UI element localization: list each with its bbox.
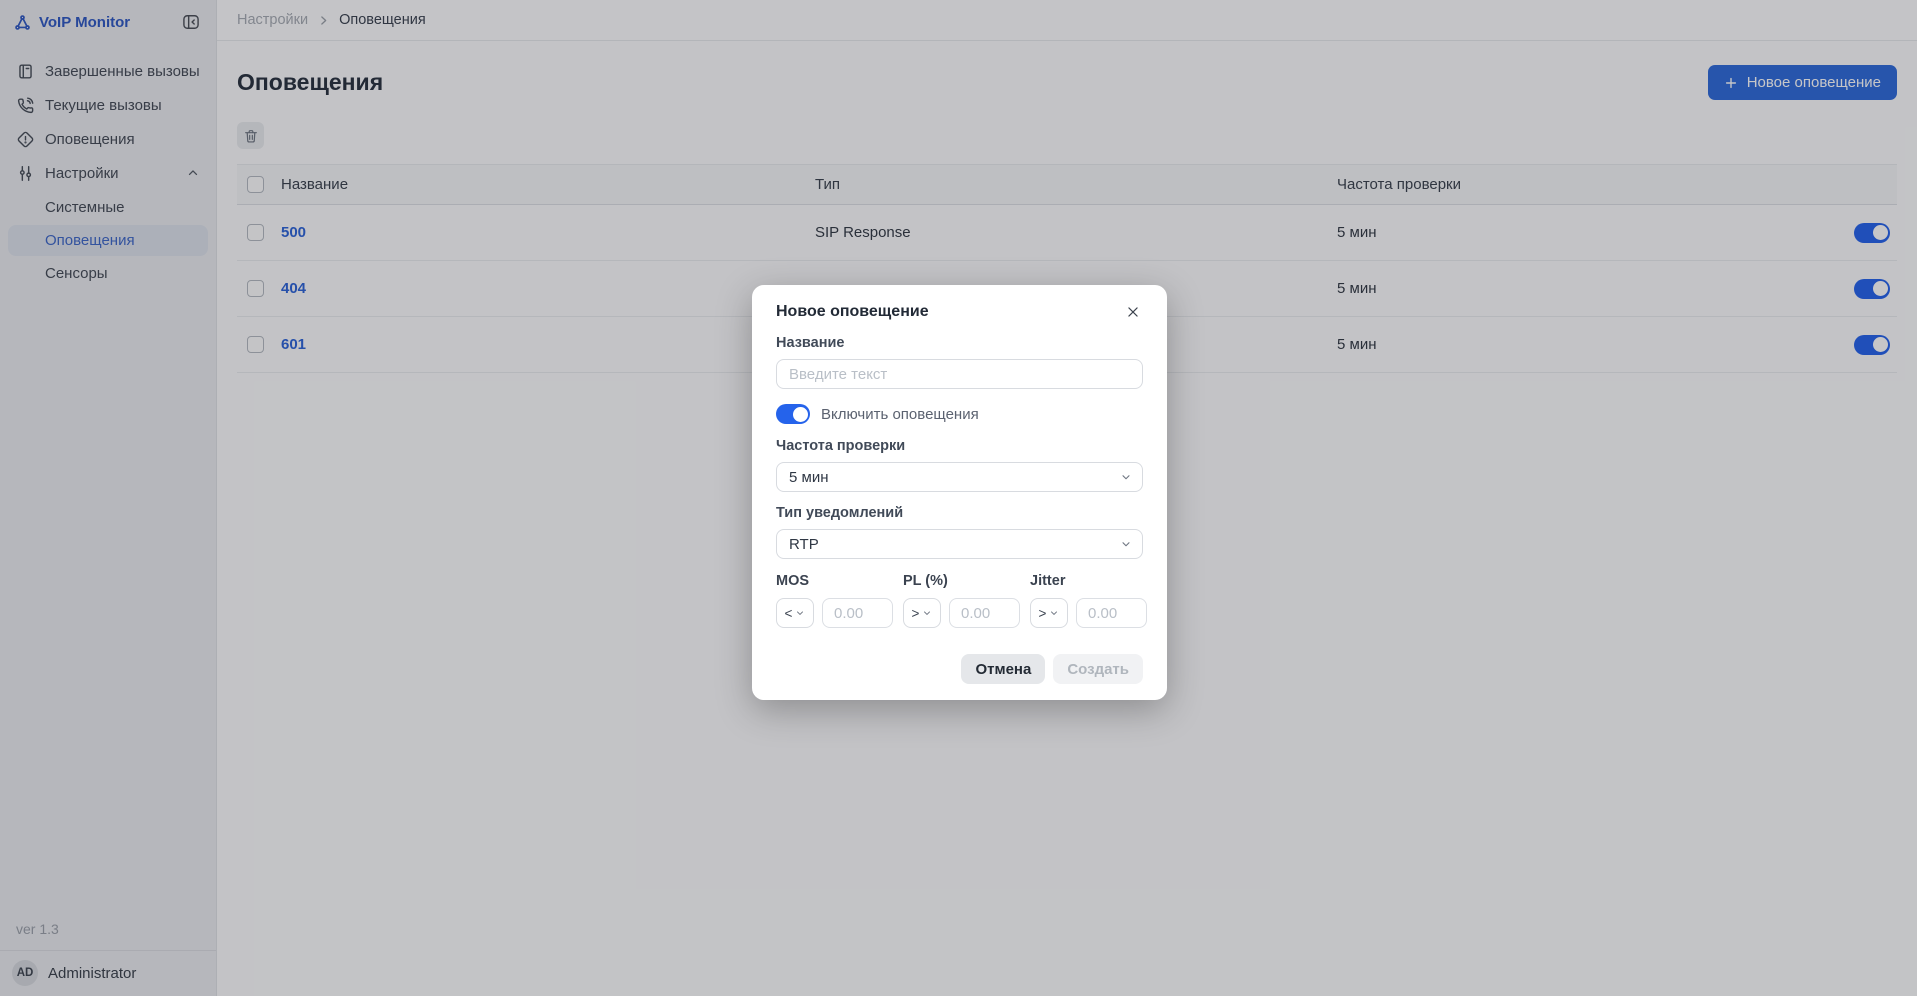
chevron-down-icon xyxy=(922,608,932,618)
chevron-down-icon xyxy=(1049,608,1059,618)
pl-label: PL (%) xyxy=(903,573,1020,589)
app-window: VoIP Monitor Завершенные вызовы xyxy=(0,0,1917,996)
mos-operator-select[interactable]: < xyxy=(776,598,814,628)
notification-type-select-value: RTP xyxy=(789,536,819,553)
jitter-value-input[interactable] xyxy=(1076,598,1147,628)
chevron-down-icon xyxy=(1120,471,1132,483)
enable-alerts-label: Включить оповещения xyxy=(821,406,979,423)
close-modal-button[interactable] xyxy=(1123,302,1143,322)
type-field-label: Тип уведомлений xyxy=(776,505,1143,521)
chevron-down-icon xyxy=(1120,538,1132,550)
mos-value-input[interactable] xyxy=(822,598,893,628)
chevron-down-icon xyxy=(795,608,805,618)
jitter-operator-value: > xyxy=(1039,606,1047,621)
frequency-select[interactable]: 5 мин xyxy=(776,462,1143,492)
mos-operator-value: < xyxy=(785,606,793,621)
frequency-field-label: Частота проверки xyxy=(776,438,1143,454)
alert-name-input[interactable] xyxy=(776,359,1143,389)
mos-metric-group: MOS < xyxy=(776,573,893,628)
pl-operator-select[interactable]: > xyxy=(903,598,941,628)
pl-metric-group: PL (%) > xyxy=(903,573,1020,628)
pl-operator-value: > xyxy=(912,606,920,621)
pl-value-input[interactable] xyxy=(949,598,1020,628)
notification-type-select[interactable]: RTP xyxy=(776,529,1143,559)
enable-alerts-toggle[interactable] xyxy=(776,404,810,424)
close-icon xyxy=(1126,305,1140,319)
metric-thresholds: MOS < PL (%) > xyxy=(776,573,1143,628)
frequency-select-value: 5 мин xyxy=(789,469,829,486)
modal-title: Новое оповещение xyxy=(776,303,929,321)
jitter-operator-select[interactable]: > xyxy=(1030,598,1068,628)
jitter-label: Jitter xyxy=(1030,573,1147,589)
cancel-button[interactable]: Отмена xyxy=(961,654,1045,684)
mos-label: MOS xyxy=(776,573,893,589)
create-button[interactable]: Создать xyxy=(1053,654,1143,684)
name-field-label: Название xyxy=(776,335,1143,351)
new-alert-modal: Новое оповещение Название Включить опове… xyxy=(752,285,1167,700)
jitter-metric-group: Jitter > xyxy=(1030,573,1147,628)
